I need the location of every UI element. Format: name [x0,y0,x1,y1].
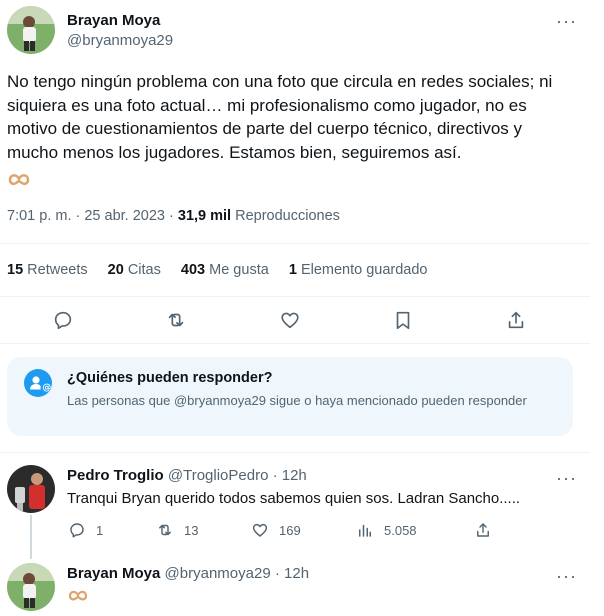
heart-icon [281,312,299,329]
likes-stat[interactable]: 403 Me gusta [181,262,269,278]
tweet-timestamp[interactable]: 7:01 p. m. · 25 abr. 2023 · [7,208,174,224]
reply-icon [54,311,72,330]
divider [0,452,590,453]
views-count: 31,9 mil [177,208,232,224]
reply-share-button[interactable] [474,521,492,539]
reply-author-handle[interactable]: @bryanmoya29 [165,565,271,582]
analytics-icon [359,524,371,537]
stats-row: 15 Retweets 20 Citas 403 Me gusta 1 Elem… [7,262,428,278]
reply-icon [70,523,84,538]
share-icon [508,311,524,329]
retweet-button[interactable] [165,309,187,336]
reply-retweet-button[interactable]: 13 [156,521,198,539]
bookmark-icon [396,311,410,330]
retweets-stat[interactable]: 15 Retweets [7,262,88,278]
share-icon [477,523,489,537]
author-name[interactable]: Brayan Moya [67,12,160,29]
reply-retweet-count: 13 [184,522,199,538]
reply-text: Tranqui Bryan querido todos sabemos quie… [67,490,521,507]
bookmark-button[interactable] [392,309,414,336]
divider [0,296,590,297]
reply-button[interactable] [52,309,74,336]
who-can-reply-title: ¿Quiénes pueden responder? [67,370,273,386]
heart-icon [252,523,268,537]
reply-author-handle[interactable]: @TroglioPedro [168,467,269,484]
reply-views-count: 5.058 [384,522,417,538]
thread-line [30,515,32,559]
reply-like-button[interactable]: 169 [251,521,301,539]
svg-text:@: @ [42,383,51,393]
reply-author-name[interactable]: Pedro Troglio [67,467,164,484]
reply-views-button[interactable]: 5.058 [356,521,417,539]
divider [0,243,590,244]
more-options-icon[interactable]: ··· [556,12,577,30]
who-can-reply-body: Las personas que @bryanmoya29 sigue o ha… [67,393,527,408]
heart-hands-emoji [67,588,89,609]
quotes-stat[interactable]: 20 Citas [108,262,161,278]
mention-user-icon: @ [24,369,52,397]
author-avatar[interactable] [7,6,55,54]
reply-more-options-icon[interactable]: ··· [556,469,577,487]
views-label: Reproducciones [235,208,340,224]
bookmarks-stat[interactable]: 1 Elemento guardado [289,262,428,278]
divider [0,343,590,344]
tweet-meta: 7:01 p. m. · 25 abr. 2023 · 31,9 mil Rep… [7,208,340,224]
heart-hands-emoji [7,171,31,194]
reply-more-options-icon[interactable]: ··· [556,567,577,585]
reply-like-count: 169 [279,522,301,538]
reply-author-avatar[interactable] [7,465,55,513]
reply-reply-button[interactable]: 1 [68,521,103,539]
who-can-reply-box: @ ¿Quiénes pueden responder? Las persona… [7,357,573,436]
reply-header: Brayan Moya @bryanmoya29 · 12h [67,565,309,582]
retweet-icon [159,524,171,536]
reply-header: Pedro Troglio @TroglioPedro · 12h [67,467,307,484]
like-button[interactable] [279,309,301,336]
share-button[interactable] [505,309,527,336]
tweet-text: No tengo ningún problema con una foto qu… [7,72,553,162]
reply-author-avatar[interactable] [7,563,55,611]
reply-timestamp[interactable]: · 12h [275,565,309,582]
reply-timestamp[interactable]: · 12h [273,467,307,484]
retweet-icon [168,313,184,327]
author-handle[interactable]: @bryanmoya29 [67,32,173,49]
reply-author-name[interactable]: Brayan Moya [67,565,160,582]
reply-reply-count: 1 [96,522,104,538]
